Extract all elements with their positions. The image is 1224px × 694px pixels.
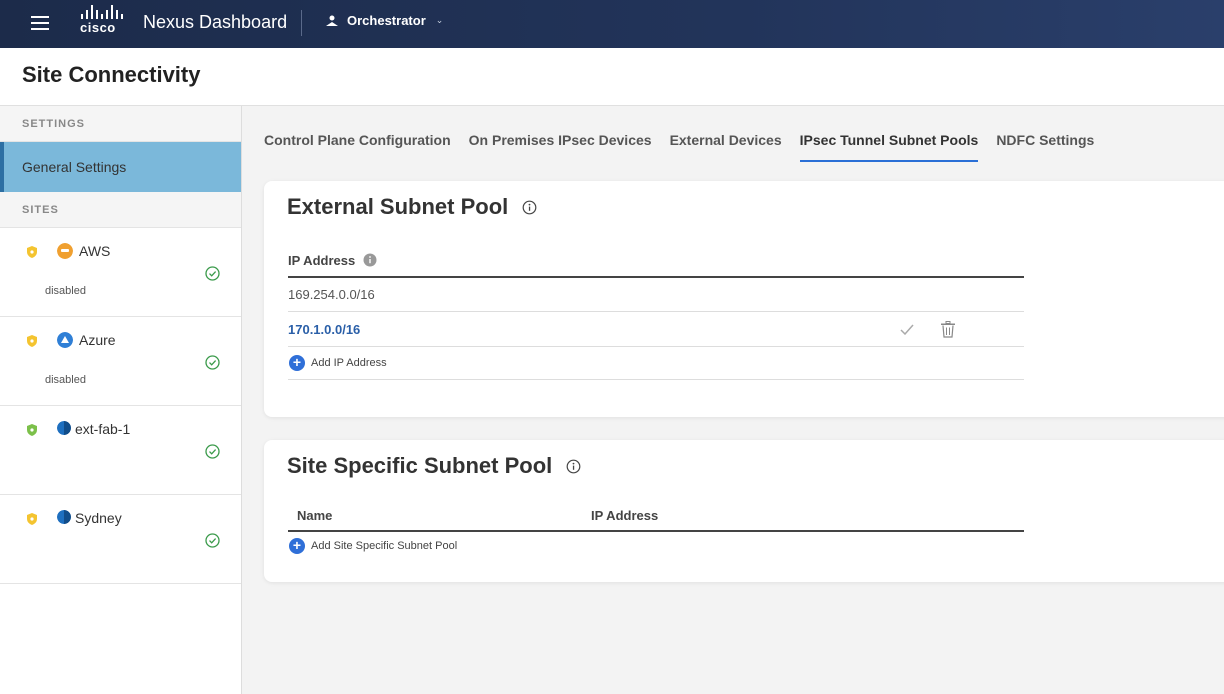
azure-icon [57, 332, 73, 348]
site-pool-table-header: Name IP Address [288, 508, 1024, 532]
check-circle-icon [205, 444, 220, 459]
settings-tabs: Control Plane Configuration On Premises … [264, 132, 1094, 162]
shield-icon [27, 424, 37, 436]
shield-icon [27, 246, 37, 258]
name-column-header: Name [297, 508, 333, 523]
card-title-text: Site Specific Subnet Pool [287, 453, 553, 478]
site-item-ext-fab-1[interactable]: ext-fab-1 [0, 406, 241, 495]
app-title: Nexus Dashboard [143, 12, 288, 32]
site-item-aws[interactable]: AWS disabled [0, 228, 241, 317]
add-site-specific-subnet-pool-button[interactable]: + Add Site Specific Subnet Pool [289, 538, 457, 554]
info-icon[interactable] [566, 459, 581, 474]
add-button-label: Add IP Address [311, 357, 387, 369]
tab-control-plane-configuration[interactable]: Control Plane Configuration [264, 132, 451, 162]
ip-address-column-header: IP Address [591, 508, 659, 523]
site-name: Azure [79, 332, 116, 348]
column-header-label: IP Address [288, 253, 356, 268]
plus-circle-icon: + [289, 355, 305, 371]
site-name: AWS [79, 243, 111, 259]
checkmark-icon[interactable] [900, 324, 914, 335]
site-item-sydney[interactable]: Sydney [0, 495, 241, 584]
chevron-down-icon: ⌄ [435, 15, 444, 25]
site-item-azure[interactable]: Azure disabled [0, 317, 241, 406]
shield-icon [27, 513, 37, 525]
check-circle-icon [205, 355, 220, 370]
table-row-editing: 170.1.0.0/16 [288, 312, 1024, 347]
cisco-logo: cisco [80, 5, 128, 41]
page-header: Site Connectivity [0, 48, 1224, 106]
add-row-container: + Add IP Address [288, 347, 1024, 380]
tab-ndfc-settings[interactable]: NDFC Settings [996, 132, 1094, 162]
aws-icon [57, 243, 73, 259]
site-name: ext-fab-1 [75, 421, 131, 437]
external-subnet-pool-card: External Subnet Pool IP Address 169.254.… [264, 181, 1224, 417]
add-button-label: Add Site Specific Subnet Pool [311, 540, 458, 552]
sidebar-item-general-settings[interactable]: General Settings [0, 142, 241, 192]
info-filled-icon[interactable] [363, 253, 377, 267]
service-switcher[interactable]: Orchestrator ⌄ [325, 13, 443, 28]
top-navigation-bar: cisco Nexus Dashboard Orchestrator ⌄ [0, 0, 1224, 48]
plus-circle-icon: + [289, 538, 305, 554]
site-specific-subnet-pool-card: Site Specific Subnet Pool Name IP Addres… [264, 440, 1224, 582]
tab-ipsec-tunnel-subnet-pools[interactable]: IPsec Tunnel Subnet Pools [799, 132, 978, 162]
tab-on-premises-ipsec-devices[interactable]: On Premises IPsec Devices [469, 132, 652, 162]
ip-address-column-header: IP Address [288, 253, 1024, 278]
settings-section-label: SETTINGS [0, 106, 241, 142]
external-subnet-pool-title: External Subnet Pool [287, 194, 537, 220]
info-icon[interactable] [522, 200, 537, 215]
service-name: Orchestrator [347, 13, 426, 28]
shield-icon [27, 335, 37, 347]
ip-address-value[interactable]: 170.1.0.0/16 [288, 322, 360, 337]
orchestrator-icon [326, 15, 338, 26]
table-row: 169.254.0.0/16 [288, 277, 1024, 312]
card-title-text: External Subnet Pool [287, 194, 509, 219]
ip-address-value: 169.254.0.0/16 [288, 286, 375, 302]
hamburger-menu-icon[interactable] [28, 12, 52, 34]
check-circle-icon [205, 533, 220, 548]
page-title: Site Connectivity [22, 62, 201, 87]
sidebar: SETTINGS General Settings SITES AWS disa… [0, 106, 242, 694]
site-name: Sydney [75, 510, 122, 526]
tab-external-devices[interactable]: External Devices [670, 132, 782, 162]
site-status: disabled [45, 285, 86, 297]
add-ip-address-button[interactable]: + Add IP Address [289, 355, 387, 371]
cisco-wordmark: cisco [80, 20, 116, 35]
ndfc-globe-icon [57, 510, 71, 524]
sites-section-label: SITES [0, 192, 241, 228]
site-status: disabled [45, 374, 86, 386]
divider [301, 10, 302, 36]
check-circle-icon [205, 266, 220, 281]
site-specific-subnet-pool-title: Site Specific Subnet Pool [287, 453, 581, 479]
trash-icon[interactable] [940, 321, 956, 338]
ndfc-globe-icon [57, 421, 71, 435]
